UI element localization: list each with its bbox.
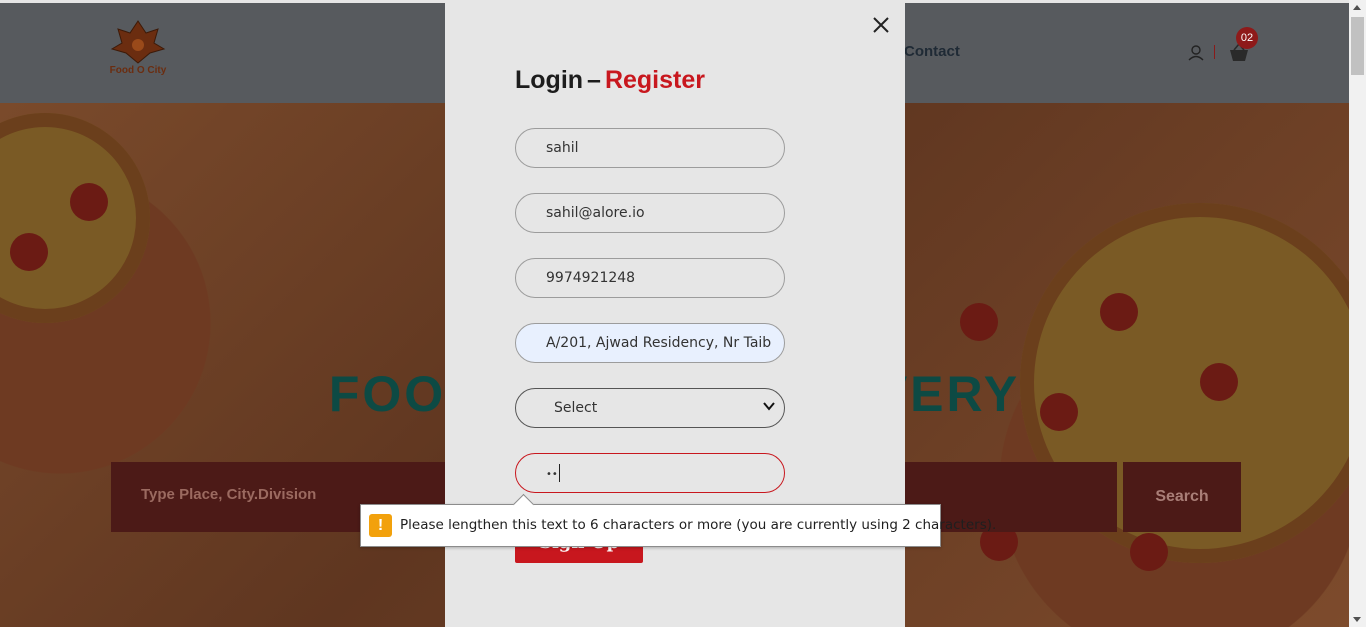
text-caret [558,464,560,482]
pepperoni-decor [10,233,48,271]
validation-message: Please lengthen this text to 6 character… [400,517,997,533]
scroll-thumb[interactable] [1351,17,1364,75]
logo-text: Food O City [109,65,167,76]
title-login: Login [515,66,584,94]
title-register: Register [604,66,705,94]
logo-icon [110,20,166,64]
warning-icon: ! [369,514,392,537]
nav-contact-link[interactable]: Contact [904,43,960,60]
pepperoni-decor [1130,533,1168,571]
email-field[interactable]: sahil@alore.io [515,193,785,233]
address-field[interactable]: A/201, Ajwad Residency, Nr Taib [515,323,785,363]
search-button[interactable]: Search [1123,462,1241,532]
password-field[interactable]: •• [515,453,785,493]
scroll-up-icon[interactable] [1353,5,1361,10]
chevron-down-icon [763,402,775,411]
pepperoni-decor [960,303,998,341]
phone-field[interactable]: 9974921248 [515,258,785,298]
close-icon[interactable] [871,15,891,35]
pepperoni-decor [1100,293,1138,331]
pizza-image-left [0,113,150,323]
scroll-down-icon[interactable] [1353,617,1361,622]
cart-count-badge: 02 [1236,27,1258,49]
page: Food O City Contact 02 FOOD VERY Type Pl… [0,3,1349,627]
title-dash: – [587,66,601,94]
password-value: •• [546,469,558,480]
modal-title: Login – Register [515,66,705,95]
search-input[interactable]: Type Place, City.Division [141,486,316,503]
pepperoni-decor [70,183,108,221]
logo[interactable]: Food O City [100,17,176,87]
city-select-value: Select [554,400,598,416]
nav-divider [1214,45,1215,59]
vertical-scrollbar[interactable] [1349,0,1366,627]
user-icon[interactable] [1187,44,1205,62]
validation-tooltip: ! Please lengthen this text to 6 charact… [360,493,996,547]
name-field[interactable]: sahil [515,128,785,168]
city-select[interactable]: Select [515,388,785,428]
